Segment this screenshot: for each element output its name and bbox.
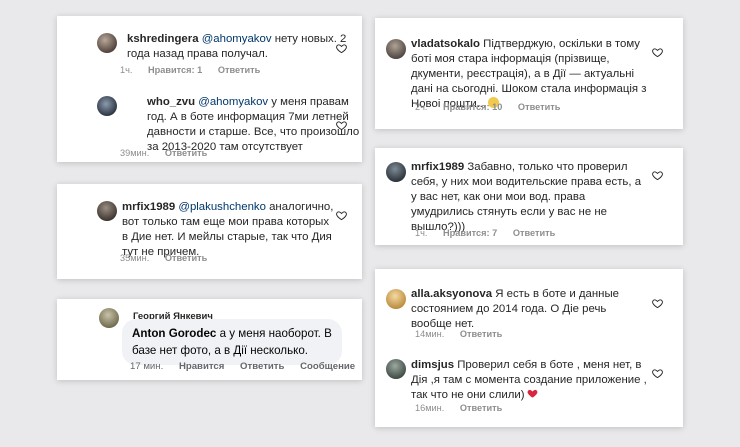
comment-item: mrfix1989 @plakushchenko аналогично, вот… [57,184,362,279]
comment-time: 1ч. [415,228,428,238]
likes-count[interactable]: Нравится: 1 [148,65,202,75]
reply-button[interactable]: Ответить [513,228,555,238]
comment-card-2: mrfix1989 @plakushchenko аналогично, вот… [57,184,362,279]
username[interactable]: dimsjus [411,359,454,371]
comment-card-3: Георгий Янкевич Anton Gorodec а у меня н… [57,299,362,380]
comment-time: 35мин. [120,253,150,263]
comment-meta: 1ч. Нравится: 7 Ответить [415,228,568,238]
comment-text: kshredingera @ahomyakov нету новых. 2 го… [127,33,347,60]
comment-card-6: alla.aksyonova Я есть в боте и данные со… [375,269,683,427]
username[interactable]: mrfix1989 [411,161,464,173]
heart-icon[interactable] [652,298,663,309]
user-tag[interactable]: Anton Gorodec [132,327,216,340]
avatar[interactable] [97,33,117,53]
heart-icon[interactable] [336,43,347,54]
comment-meta: 35мин. Ответить [120,253,220,263]
comment-item: kshredingera @ahomyakov нету новых. 2 го… [57,16,362,86]
heart-icon[interactable] [652,47,663,58]
comment-card-4: vladatsokalo Підтверджую, оскільки в том… [375,18,683,129]
reply-button[interactable]: Ответить [518,102,560,112]
comment-meta: 39мин. Ответить [120,148,220,158]
comment-text: dimsjus Проверил себя в боте , меня нет,… [411,359,647,401]
comment-meta: 2ч. Нравится: 10 Ответить [415,102,573,112]
comment-time: 39мин. [120,148,150,158]
heart-emoji-icon [527,388,538,399]
comment-time: 2ч. [415,102,428,112]
username[interactable]: mrfix1989 [122,201,175,213]
comment-card-1: kshredingera @ahomyakov нету новых. 2 го… [57,16,362,162]
message-button[interactable]: Сообщение [300,361,355,372]
comment-time: 14мин. [415,329,445,339]
comment-text: vladatsokalo Підтверджую, оскільки в том… [411,38,647,110]
comment-item: who_zvu @ahomyakov у меня правам год. А … [57,86,362,162]
avatar[interactable] [99,308,119,328]
comment-meta: 16мин. Ответить [415,403,515,413]
comment-text: mrfix1989 @plakushchenko аналогично, вот… [122,201,334,258]
comment-text: alla.aksyonova Я есть в боте и данные со… [411,288,619,330]
reply-button[interactable]: Ответить [460,403,502,413]
likes-count[interactable]: Нравится: 7 [443,228,497,238]
reply-button[interactable]: Ответить [460,329,502,339]
heart-icon[interactable] [336,120,347,131]
username[interactable]: kshredingera [127,33,199,45]
username[interactable]: alla.aksyonova [411,288,492,300]
avatar[interactable] [386,39,406,59]
comment-item: mrfix1989 Забавно, только что проверил с… [375,148,683,245]
likes-count[interactable]: Нравится: 10 [443,102,502,112]
comment-item: dimsjus Проверил себя в боте , меня нет,… [375,347,683,427]
comment-meta: 1ч. Нравится: 1 Ответить [120,65,273,75]
mention-link[interactable]: @ahomyakov [202,33,272,45]
mention-link[interactable]: @ahomyakov [198,96,268,108]
heart-icon[interactable] [652,170,663,181]
comment-meta: 17 мин. Нравится Ответить Сообщение [130,361,368,372]
comment-time: 17 мин. [130,361,164,372]
avatar[interactable] [97,201,117,221]
comment-bubble: Anton Gorodec а у меня наоборот. В базе … [122,319,342,365]
comment-text: mrfix1989 Забавно, только что проверил с… [411,161,642,233]
heart-icon[interactable] [336,210,347,221]
heart-icon[interactable] [652,368,663,379]
avatar[interactable] [386,162,406,182]
avatar[interactable] [386,289,406,309]
comment-item: alla.aksyonova Я есть в боте и данные со… [375,269,683,347]
comment-text: who_zvu @ahomyakov у меня правам год. А … [147,96,360,153]
comment-time: 16мин. [415,403,445,413]
username[interactable]: vladatsokalo [411,38,480,50]
reply-button[interactable]: Ответить [218,65,260,75]
avatar[interactable] [97,96,117,116]
reply-button[interactable]: Ответить [165,253,207,263]
comment-meta: 14мин. Ответить [415,329,515,339]
comment-card-5: mrfix1989 Забавно, только что проверил с… [375,148,683,245]
like-button[interactable]: Нравится [179,361,224,372]
reply-button[interactable]: Ответить [240,361,284,372]
reply-button[interactable]: Ответить [165,148,207,158]
avatar[interactable] [386,359,406,379]
username[interactable]: who_zvu [147,96,195,108]
comment-time: 1ч. [120,65,133,75]
mention-link[interactable]: @plakushchenko [178,201,266,213]
comment-item: vladatsokalo Підтверджую, оскільки в том… [375,18,683,129]
